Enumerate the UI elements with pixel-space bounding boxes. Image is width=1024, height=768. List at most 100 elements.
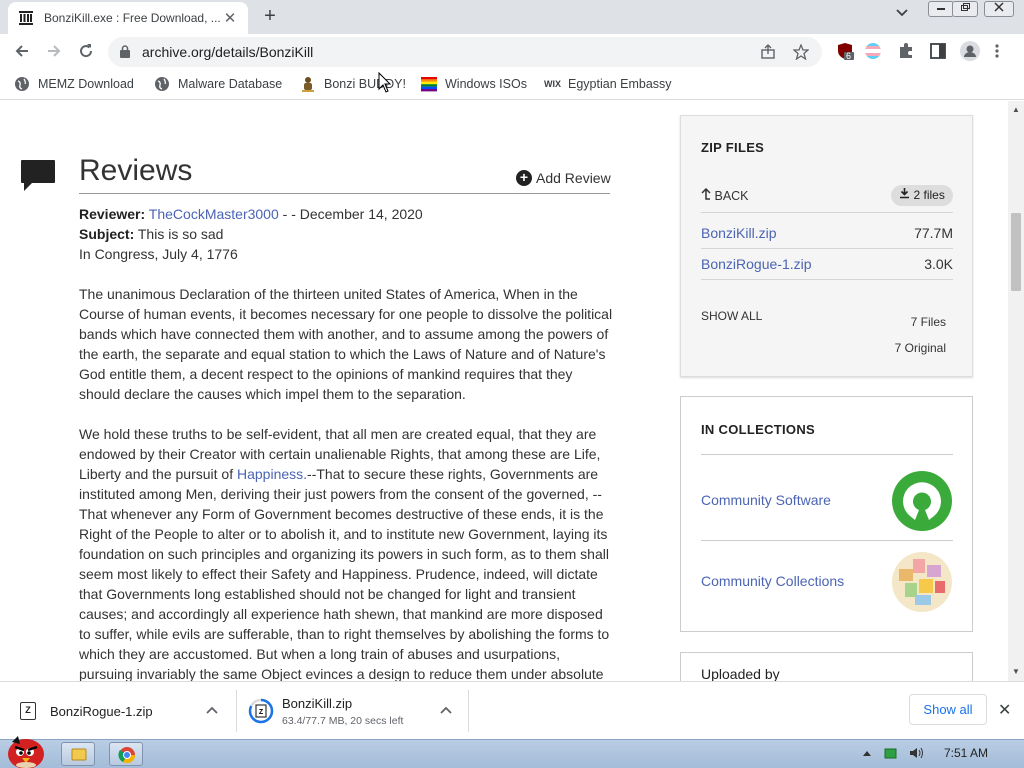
tab-strip: BonziKill.exe : Free Download, ... ✕ +: [0, 0, 1024, 34]
download-item[interactable]: Z BonziRogue-1.zip: [20, 682, 240, 740]
zip-file-link[interactable]: BonziRogue-1.zip: [701, 256, 812, 272]
scroll-down-arrow-icon[interactable]: ▼: [1012, 667, 1020, 676]
reviewer-label: Reviewer:: [79, 206, 146, 222]
tab-active[interactable]: BonziKill.exe : Free Download, ... ✕: [8, 2, 248, 34]
plus-circle-icon: +: [516, 170, 532, 186]
mouse-cursor-icon: [378, 71, 392, 97]
speech-bubble-icon: [20, 159, 56, 196]
bookmark-label: MEMZ Download: [38, 77, 134, 91]
minimize-button[interactable]: [928, 1, 954, 17]
uploaded-by-panel: Uploaded by: [680, 652, 973, 681]
reload-icon[interactable]: [76, 42, 96, 62]
download-item-in-progress[interactable]: Z BonziKill.zip 63.4/77.7 MB, 20 secs le…: [248, 682, 468, 740]
open-source-icon[interactable]: [891, 470, 953, 532]
download-shelf: Z BonziRogue-1.zip Z BonziKill.zip 63.4/…: [0, 681, 1024, 739]
scrollbar-thumb[interactable]: [1011, 213, 1021, 291]
svg-text:Z: Z: [259, 709, 264, 716]
close-window-button[interactable]: [984, 1, 1014, 17]
collections-panel: IN COLLECTIONS Community Software Commun…: [680, 396, 973, 632]
bookmark-label: Malware Database: [178, 77, 283, 91]
tab-title: BonziKill.exe : Free Download, ...: [44, 11, 221, 25]
taskbar-explorer-button[interactable]: [61, 742, 95, 766]
back-label: BACK: [714, 189, 749, 203]
puzzle-extensions-icon[interactable]: [897, 42, 915, 60]
globe-icon: [14, 76, 30, 92]
page-content: Reviews + Add Review Reviewer: TheCockMa…: [0, 101, 1008, 681]
reviewer-line: Reviewer: TheCockMaster3000 - - December…: [79, 204, 423, 224]
back-link[interactable]: BACK: [701, 187, 749, 203]
browser-toolbar: archive.org/details/BonziKill 6: [0, 34, 1024, 70]
reviews-heading: Reviews: [79, 154, 193, 187]
zip-file-size: 77.7M: [914, 225, 953, 241]
new-tab-button[interactable]: +: [260, 6, 280, 26]
tray-battery-icon[interactable]: [884, 747, 898, 762]
chevron-up-icon[interactable]: [440, 703, 452, 717]
share-icon[interactable]: [760, 44, 776, 64]
bonzi-icon: [300, 76, 316, 92]
ublock-extension-icon[interactable]: 6: [836, 42, 854, 61]
trans-flag-extension-icon[interactable]: [864, 42, 882, 60]
forward-arrow-icon[interactable]: [44, 42, 64, 62]
zip-file-link[interactable]: BonziKill.zip: [701, 225, 776, 241]
url-text[interactable]: archive.org/details/BonziKill: [142, 44, 313, 60]
globe-icon: [154, 76, 170, 92]
profile-avatar-icon[interactable]: [960, 41, 980, 61]
zip-file-row: BonziRogue-1.zip 3.0K: [701, 256, 953, 272]
tab-search-chevron-icon[interactable]: [896, 8, 908, 20]
tab-close-icon[interactable]: ✕: [222, 9, 238, 27]
chevron-up-icon[interactable]: [206, 703, 218, 717]
happiness-link[interactable]: Happiness.: [237, 466, 307, 482]
bookmark-malware-database[interactable]: Malware Database: [154, 76, 282, 92]
uploaded-by-label: Uploaded by: [701, 666, 780, 681]
download-icon: [900, 188, 910, 199]
bookmark-egyptian-embassy[interactable]: WIX Egyptian Embassy: [544, 76, 672, 92]
close-shelf-icon[interactable]: ✕: [998, 700, 1011, 720]
show-all-downloads-button[interactable]: Show all: [909, 694, 987, 725]
zip-file-row: BonziKill.zip 77.7M: [701, 225, 953, 241]
zip-file-size: 3.0K: [924, 256, 953, 272]
bookmark-windows-isos[interactable]: Windows ISOs: [421, 76, 527, 92]
side-panel-icon[interactable]: [929, 42, 947, 60]
zip-files-heading: ZIP FILES: [701, 140, 765, 155]
wix-icon: WIX: [544, 79, 561, 89]
reviewer-link[interactable]: TheCockMaster3000: [149, 206, 279, 222]
start-button-angry-bird-icon[interactable]: [2, 732, 50, 768]
paragraph-text: --That to secure these rights, Governmen…: [79, 466, 610, 681]
collection-link-community-collections[interactable]: Community Collections: [701, 573, 844, 589]
zip-file-icon: Z: [20, 702, 36, 720]
address-bar[interactable]: archive.org/details/BonziKill: [108, 37, 822, 67]
tray-expand-arrow-icon[interactable]: [862, 748, 872, 760]
subject-label: Subject:: [79, 226, 135, 242]
restore-button[interactable]: [952, 1, 978, 17]
bookmark-label: Egyptian Embassy: [568, 77, 672, 91]
bookmark-memz[interactable]: MEMZ Download: [14, 76, 134, 92]
tray-volume-icon[interactable]: [908, 746, 926, 763]
kebab-menu-icon[interactable]: [994, 42, 1006, 60]
divider: [701, 248, 953, 249]
scroll-up-arrow-icon[interactable]: ▲: [1012, 105, 1020, 114]
back-arrow-icon[interactable]: [12, 42, 32, 62]
heading-divider: [79, 193, 610, 194]
extension-badge: 6: [846, 51, 852, 61]
add-review-button[interactable]: + Add Review: [516, 170, 611, 186]
collection-link-community-software[interactable]: Community Software: [701, 492, 831, 508]
bookmark-label: Bonzi BUDDY!: [324, 77, 406, 91]
download-status: 63.4/77.7 MB, 20 secs left: [282, 714, 404, 727]
bookmark-star-icon[interactable]: [792, 43, 810, 64]
subject-text: This is so sad: [137, 226, 224, 242]
subject-line: Subject: This is so sad: [79, 224, 223, 244]
archive-favicon-icon: [18, 10, 34, 26]
files-download-button[interactable]: 2 files: [891, 185, 953, 206]
clock-time[interactable]: 7:51 AM: [944, 746, 988, 760]
download-filename: BonziKill.zip: [282, 695, 353, 711]
download-progress-ring-icon: Z: [248, 698, 274, 724]
show-all-link[interactable]: SHOW ALL: [701, 309, 762, 323]
page-scrollbar[interactable]: ▲ ▼: [1008, 101, 1024, 681]
divider: [701, 279, 953, 280]
download-separator: [236, 690, 237, 732]
collections-icon[interactable]: [891, 551, 953, 613]
windows-taskbar: 7:51 AM: [0, 736, 1024, 768]
lock-icon[interactable]: [120, 45, 130, 58]
taskbar-chrome-button[interactable]: [109, 742, 143, 766]
review-paragraph-1: The unanimous Declaration of the thirtee…: [79, 286, 613, 402]
